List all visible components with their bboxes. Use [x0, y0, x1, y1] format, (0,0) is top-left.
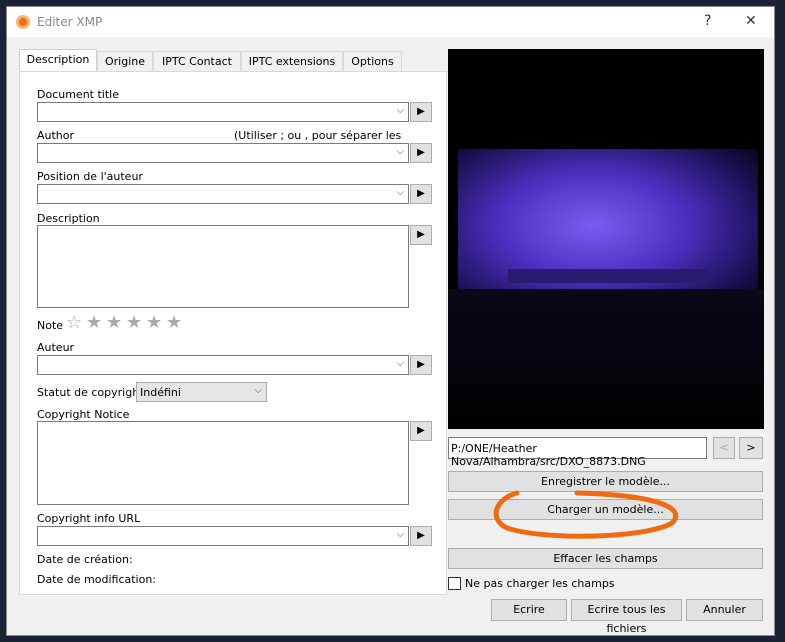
chevron-down-icon: ⌵: [396, 529, 404, 540]
title-bar: Editer XMP ? ✕: [7, 7, 774, 37]
previous-file-button[interactable]: <: [713, 437, 735, 459]
description-label: Description: [37, 212, 100, 225]
tab-description[interactable]: Description: [19, 49, 97, 72]
copyright-notice-textarea[interactable]: [37, 421, 409, 505]
copyright-status-label: Statut de copyright: [37, 386, 144, 399]
copyright-status-value: Indéfini: [140, 386, 181, 399]
annotation-circle: [493, 490, 679, 539]
chevron-down-icon: ⌵: [396, 146, 404, 157]
document-title-label: Document title: [37, 88, 119, 101]
description-menu-button[interactable]: ▶: [410, 225, 432, 245]
auteur-label: Auteur: [37, 341, 75, 354]
rating-star-2[interactable]: ★: [106, 312, 122, 333]
cancel-button[interactable]: Annuler: [686, 599, 763, 621]
chevron-down-icon: ⌵: [396, 358, 404, 369]
tab-iptc-extensions[interactable]: IPTC extensions: [241, 51, 343, 71]
copyright-notice-label: Copyright Notice: [37, 408, 130, 421]
dont-load-fields-label: Ne pas charger les champs: [465, 577, 615, 590]
author-label: Author: [37, 129, 75, 142]
copyright-url-combo[interactable]: ⌵: [37, 526, 409, 546]
tab-options[interactable]: Options: [343, 51, 402, 71]
chevron-down-icon: ⌵: [254, 385, 262, 396]
chevron-down-icon: ⌵: [396, 187, 404, 198]
rating-star-5[interactable]: ★: [166, 312, 182, 333]
rating-star-3[interactable]: ★: [126, 312, 142, 333]
description-textarea[interactable]: [37, 225, 409, 308]
file-path-field[interactable]: P:/ONE/Heather Nova/Alhambra/src/DXO_887…: [448, 437, 707, 468]
next-file-button[interactable]: >: [739, 437, 763, 459]
dont-load-fields-checkbox[interactable]: [448, 577, 461, 590]
description-panel: Document title ⌵ ▶ Author (Utiliser ; ou…: [19, 71, 447, 595]
author-position-combo[interactable]: ⌵: [37, 184, 409, 204]
write-button[interactable]: Ecrire: [491, 599, 567, 621]
chevron-down-icon: ⌵: [396, 105, 404, 116]
author-menu-button[interactable]: ▶: [410, 143, 432, 163]
rating-star-0[interactable]: ☆: [66, 312, 82, 333]
document-title-combo[interactable]: ⌵: [37, 102, 409, 122]
author-position-menu-button[interactable]: ▶: [410, 184, 432, 204]
auteur-menu-button[interactable]: ▶: [410, 355, 432, 375]
copyright-status-select[interactable]: Indéfini ⌵: [136, 382, 267, 402]
copyright-notice-menu-button[interactable]: ▶: [410, 421, 432, 441]
write-all-button[interactable]: Ecrire tous les fichiers: [571, 599, 682, 635]
rating-label: Note: [37, 319, 64, 332]
photo-preview: [448, 49, 764, 429]
creation-date-label: Date de création:: [37, 553, 133, 566]
tab-origine[interactable]: Origine: [97, 51, 153, 71]
author-position-label: Position de l'auteur: [37, 170, 143, 183]
rating-star-4[interactable]: ★: [146, 312, 162, 333]
document-title-menu-button[interactable]: ▶: [410, 102, 432, 122]
auteur-combo[interactable]: ⌵: [37, 355, 409, 375]
rating-star-1[interactable]: ★: [86, 312, 102, 333]
author-combo[interactable]: ⌵: [37, 143, 409, 163]
modification-date-label: Date de modification:: [37, 573, 157, 586]
file-path-text: P:/ONE/Heather Nova/Alhambra/src/DXO_887…: [451, 442, 646, 468]
help-button[interactable]: ?: [704, 13, 711, 29]
copyright-url-label: Copyright info URL: [37, 512, 141, 525]
clear-fields-button[interactable]: Effacer les champs: [448, 548, 763, 569]
copyright-url-menu-button[interactable]: ▶: [410, 526, 432, 546]
tab-iptc-contact[interactable]: IPTC Contact: [153, 51, 241, 71]
close-button[interactable]: ✕: [745, 13, 757, 29]
window-title: Editer XMP: [37, 15, 103, 29]
app-logo-icon: [16, 15, 30, 29]
edit-xmp-dialog: Editer XMP ? ✕ Description Origine IPTC …: [6, 6, 775, 636]
